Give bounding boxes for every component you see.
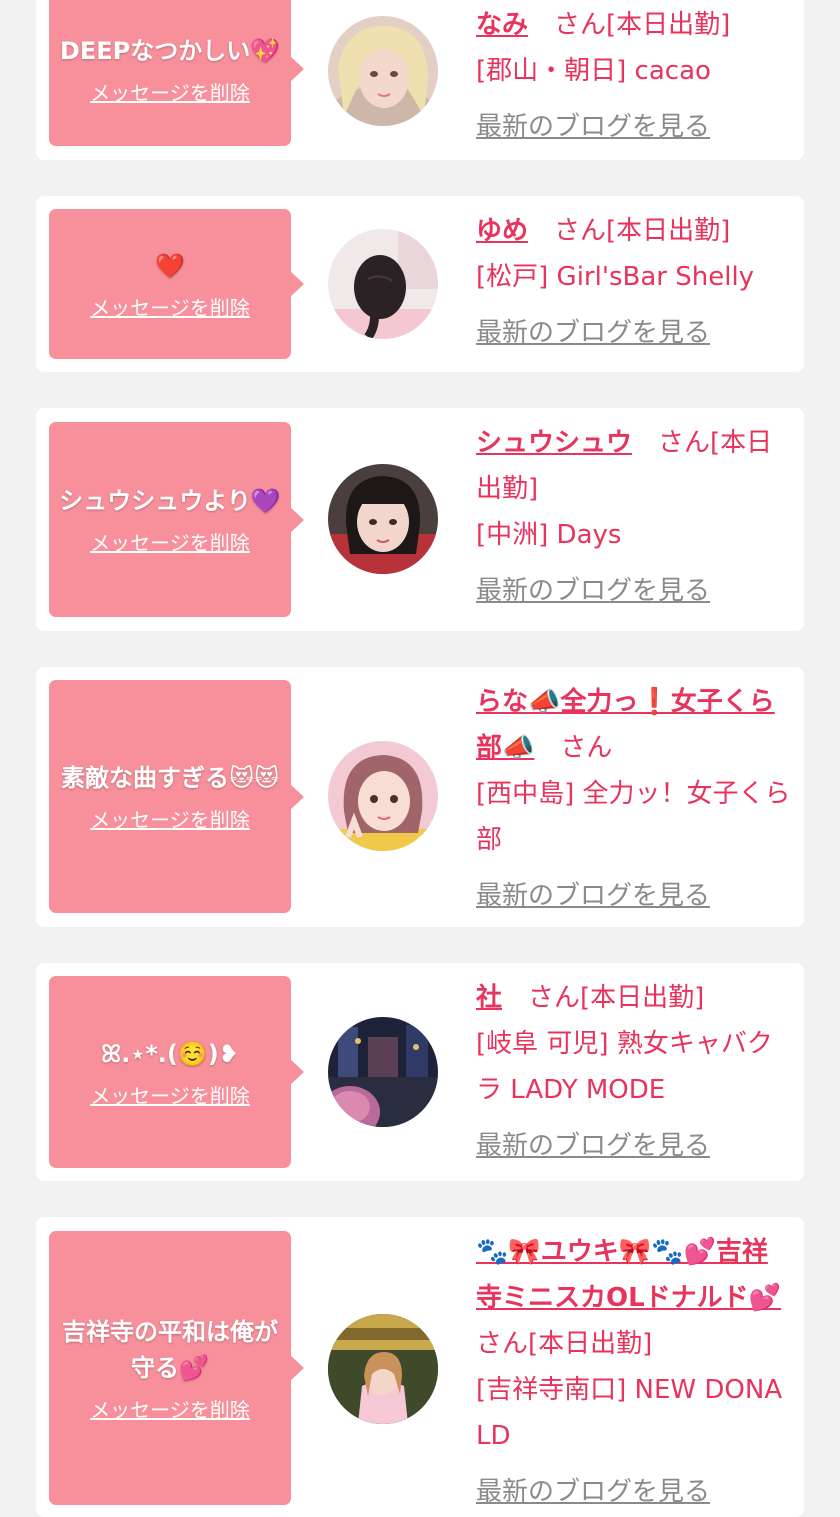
- cast-info: 社 さん[本日出勤] [岐阜 可児] 熟女キャバクラ LADY MODE 最新の…: [476, 975, 792, 1169]
- avatar[interactable]: [328, 1017, 438, 1127]
- delete-message-link[interactable]: メッセージを削除: [90, 527, 250, 556]
- shop-name: [吉祥寺南口] NEW DONALD: [476, 1375, 783, 1451]
- cast-info: ゆめ さん[本日出勤] [松戸] Girl'sBar Shelly 最新のブログ…: [476, 208, 792, 356]
- delete-message-link[interactable]: メッセージを削除: [90, 292, 250, 321]
- shop-name: [中洲] Days: [476, 520, 622, 550]
- message-bubble: 素敵な曲すぎる😻😻 メッセージを削除: [49, 680, 304, 913]
- latest-blog-link[interactable]: 最新のブログを見る: [476, 104, 792, 150]
- honorific-status: さん[本日出勤]: [528, 216, 731, 246]
- latest-blog-link[interactable]: 最新のブログを見る: [476, 873, 792, 919]
- avatar-photo: [328, 1314, 438, 1424]
- cast-name-link[interactable]: らな📣全力っ❗️女子くら部📣: [476, 687, 775, 763]
- message-card: シュウシュウより💜 メッセージを削除 シュウシュウ さん[本日出勤] [中洲] …: [36, 408, 804, 631]
- message-card: ❤️ メッセージを削除 ゆめ さん[本日出勤] [松戸] Girl'sBar S…: [36, 196, 804, 372]
- shop-name: [岐阜 可児] 熟女キャバクラ LADY MODE: [476, 1029, 773, 1105]
- cast-name-link[interactable]: シュウシュウ: [476, 428, 632, 458]
- cast-info: シュウシュウ さん[本日出勤] [中洲] Days 最新のブログを見る: [476, 420, 792, 614]
- avatar-photo: [328, 16, 438, 126]
- message-bubble: シュウシュウより💜 メッセージを削除: [49, 422, 304, 617]
- avatar[interactable]: [328, 1314, 438, 1424]
- message-text: DEEPなつかしい💖: [59, 36, 281, 65]
- message-text: 吉祥寺の平和は俺が守る💕: [62, 1317, 278, 1382]
- avatar-photo: [328, 741, 438, 851]
- message-bubble: ❤️ メッセージを削除: [49, 209, 304, 359]
- message-card: DEEPなつかしい💖 メッセージを削除 なみ さん[本日出勤] [郡山・朝日] …: [36, 0, 804, 160]
- message-bubble: ꕤ.⋆*.(☺️)❥ メッセージを削除: [49, 976, 304, 1168]
- message-card: 吉祥寺の平和は俺が守る💕 メッセージを削除 🐾🎀ユウキ🎀🐾💕吉祥寺ミニスカOLド…: [36, 1217, 804, 1517]
- message-text: 素敵な曲すぎる😻😻: [60, 764, 280, 792]
- latest-blog-link[interactable]: 最新のブログを見る: [476, 568, 792, 614]
- avatar[interactable]: [328, 741, 438, 851]
- delete-message-link[interactable]: メッセージを削除: [90, 804, 250, 833]
- avatar-photo: [328, 464, 438, 574]
- honorific-status: さん[本日出勤]: [502, 983, 705, 1013]
- cast-name-link[interactable]: なみ: [476, 10, 528, 40]
- cast-name-link[interactable]: 社: [476, 983, 502, 1013]
- honorific-status: さん[本日出勤]: [528, 10, 731, 40]
- cast-info: なみ さん[本日出勤] [郡山・朝日] cacao 最新のブログを見る: [476, 2, 792, 150]
- message-text: シュウシュウより💜: [59, 487, 281, 515]
- cast-name-link[interactable]: ゆめ: [476, 216, 528, 246]
- message-bubble: DEEPなつかしい💖 メッセージを削除: [49, 0, 304, 146]
- cast-name-link[interactable]: 🐾🎀ユウキ🎀🐾💕吉祥寺ミニスカOLドナルド💕: [476, 1237, 781, 1313]
- message-card: ꕤ.⋆*.(☺️)❥ メッセージを削除 社 さん[本日出勤] [岐阜 可児] 熟…: [36, 963, 804, 1181]
- cast-info: らな📣全力っ❗️女子くら部📣 さん [西中島] 全力ッ！女子くら部 最新のブログ…: [476, 679, 792, 919]
- latest-blog-link[interactable]: 最新のブログを見る: [476, 1469, 792, 1515]
- message-bubble: 吉祥寺の平和は俺が守る💕 メッセージを削除: [49, 1231, 304, 1505]
- shop-name: [松戸] Girl'sBar Shelly: [476, 262, 755, 292]
- avatar-photo: [328, 229, 438, 339]
- shop-name: [郡山・朝日] cacao: [476, 56, 711, 86]
- cast-info: 🐾🎀ユウキ🎀🐾💕吉祥寺ミニスカOLドナルド💕 さん[本日出勤] [吉祥寺南口] …: [476, 1229, 792, 1515]
- message-list: DEEPなつかしい💖 メッセージを削除 なみ さん[本日出勤] [郡山・朝日] …: [0, 0, 840, 1517]
- shop-name: [西中島] 全力ッ！女子くら部: [476, 779, 791, 855]
- latest-blog-link[interactable]: 最新のブログを見る: [476, 310, 792, 356]
- message-text: ❤️: [155, 251, 185, 280]
- honorific-status: さん: [534, 733, 613, 763]
- message-card: 素敵な曲すぎる😻😻 メッセージを削除 らな📣全力っ❗️女子くら部📣 さん [西中…: [36, 667, 804, 927]
- delete-message-link[interactable]: メッセージを削除: [90, 1394, 250, 1423]
- message-text: ꕤ.⋆*.(☺️)❥: [101, 1039, 239, 1068]
- avatar-photo: [328, 1017, 438, 1127]
- latest-blog-link[interactable]: 最新のブログを見る: [476, 1123, 792, 1169]
- avatar[interactable]: [328, 16, 438, 126]
- avatar[interactable]: [328, 229, 438, 339]
- delete-message-link[interactable]: メッセージを削除: [90, 1080, 250, 1109]
- delete-message-link[interactable]: メッセージを削除: [90, 77, 250, 106]
- avatar[interactable]: [328, 464, 438, 574]
